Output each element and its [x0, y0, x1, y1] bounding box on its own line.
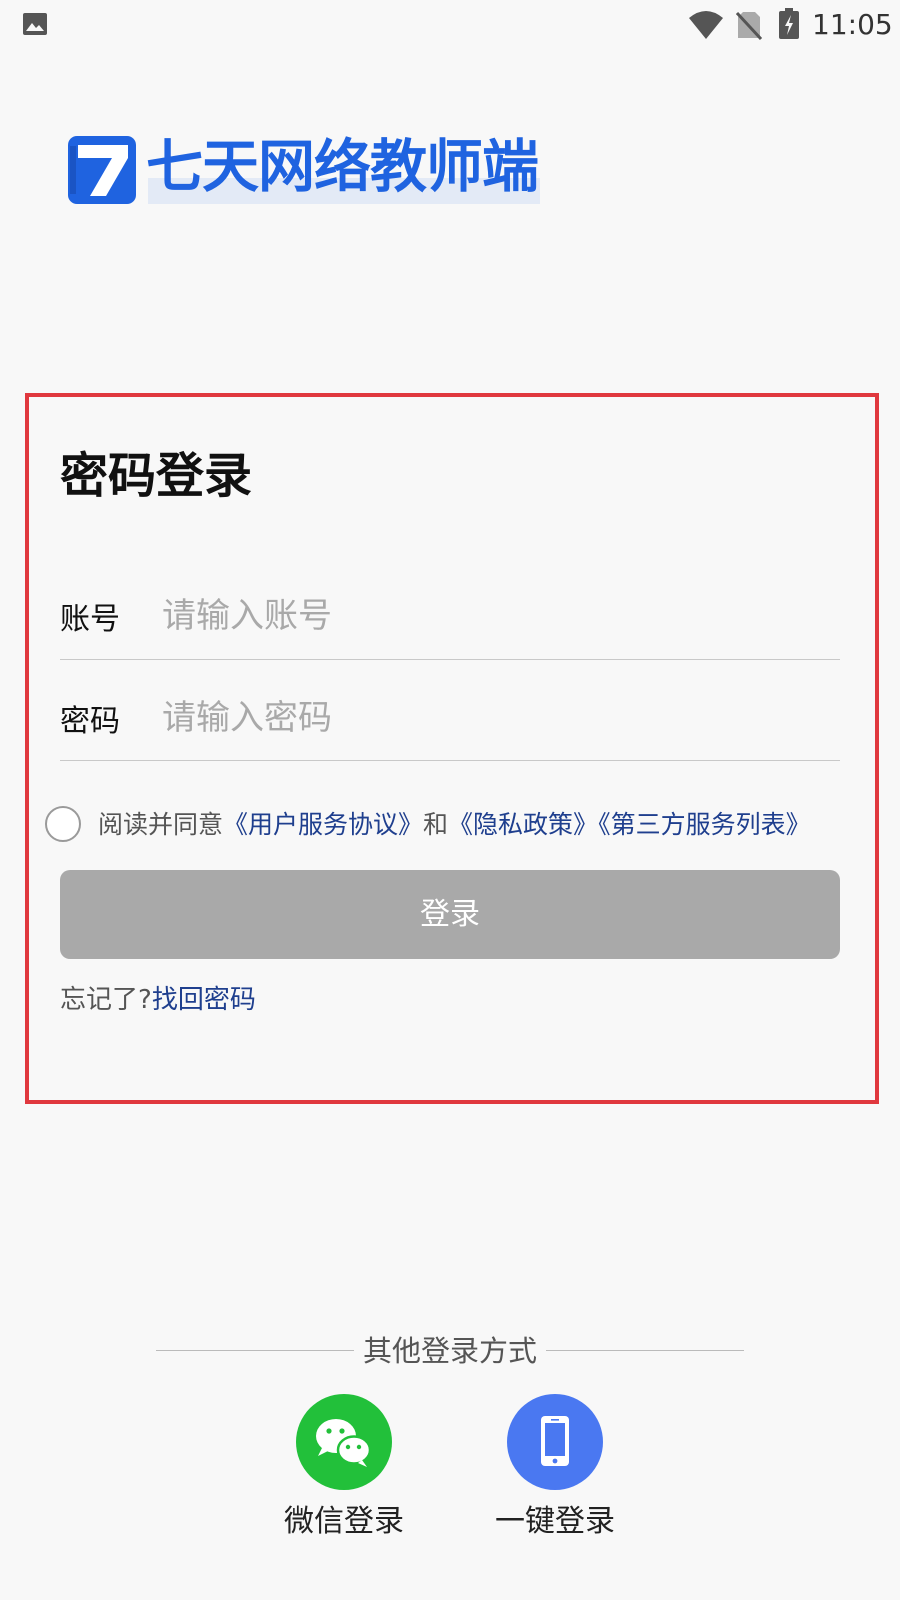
account-input[interactable]: [162, 593, 822, 639]
privacy-policy-link[interactable]: 《隐私政策》: [448, 810, 598, 839]
divider-right: [546, 1350, 744, 1351]
agreement-checkbox[interactable]: [45, 806, 81, 842]
forgot-prefix: 忘记了?: [60, 985, 152, 1015]
other-login-title: 其他登录方式: [362, 1334, 537, 1368]
account-label: 账号: [60, 602, 120, 637]
account-underline: [60, 659, 840, 660]
agreement-prefix: 阅读并同意: [98, 810, 224, 839]
password-underline: [60, 760, 840, 761]
logo-text: 七天网络教师端: [146, 134, 539, 200]
wifi-icon: [689, 11, 723, 39]
forgot-password-row: 忘记了?找回密码: [60, 982, 256, 1018]
status-bar: 11:05: [0, 0, 900, 50]
third-party-list-link[interactable]: 《第三方服务列表》: [598, 810, 811, 839]
one-click-login-button[interactable]: [507, 1394, 603, 1490]
login-button[interactable]: 登录: [60, 870, 840, 959]
agreement-and: 和: [423, 810, 449, 839]
logo-icon: [68, 136, 136, 204]
wechat-icon: [316, 1419, 372, 1467]
wechat-login-button[interactable]: [296, 1394, 392, 1490]
password-input[interactable]: [162, 695, 822, 741]
password-label: 密码: [60, 704, 120, 739]
one-click-login-label: 一键登录: [495, 1504, 615, 1539]
phone-icon: [541, 1416, 569, 1466]
page-title: 密码登录: [60, 448, 253, 504]
no-sim-icon: [736, 11, 762, 40]
battery-charging-icon: [779, 8, 799, 39]
recover-password-link[interactable]: 找回密码: [152, 985, 256, 1015]
user-agreement-link[interactable]: 《用户服务协议》: [223, 810, 423, 839]
status-time: 11:05: [812, 8, 893, 41]
divider-left: [156, 1350, 354, 1351]
agreement-text: 阅读并同意《用户服务协议》和《隐私政策》《第三方服务列表》: [98, 808, 811, 842]
wechat-login-label: 微信登录: [284, 1504, 404, 1539]
gallery-icon: [23, 13, 47, 35]
